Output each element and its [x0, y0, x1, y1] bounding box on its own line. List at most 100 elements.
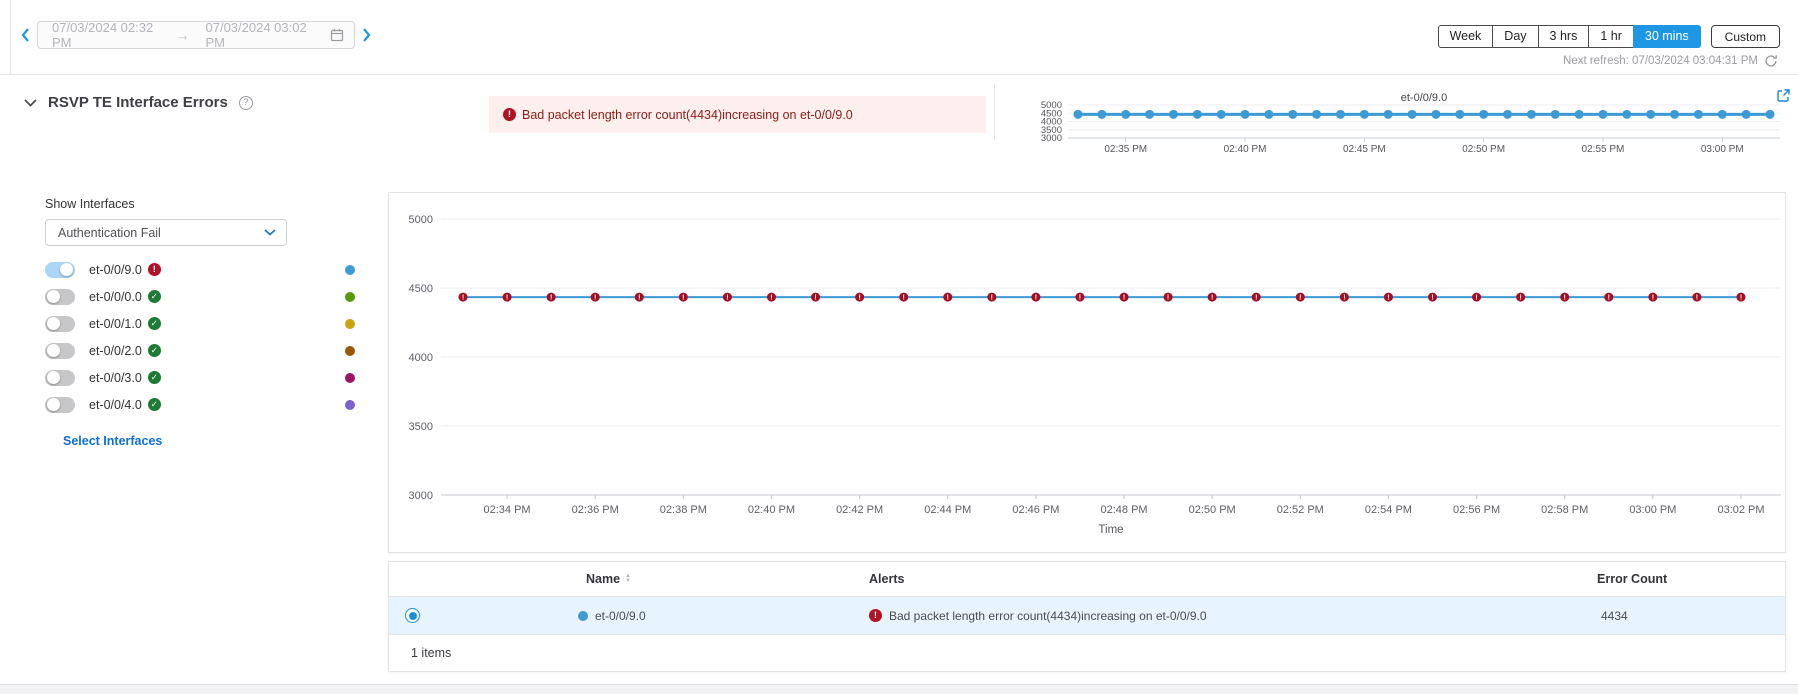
sparkline-chart: 5000450040003500300002:35 PM02:40 PM02:4…: [1028, 92, 1790, 164]
interface-row-et-0-0-9-0: et-0/0/9.0!: [45, 256, 375, 283]
svg-text:02:58 PM: 02:58 PM: [1541, 504, 1588, 516]
svg-text:!: !: [1167, 295, 1169, 302]
toggle-knob: [47, 398, 60, 411]
dashboard-screen: 07/03/2024 02:32 PM → 07/03/2024 03:02 P…: [0, 0, 1798, 694]
svg-text:!: !: [1564, 295, 1566, 302]
custom-range-button[interactable]: Custom: [1711, 25, 1780, 48]
sort-icon[interactable]: ▲▼: [625, 574, 631, 584]
interface-row-et-0-0-4-0: et-0/0/4.0✓: [45, 391, 375, 418]
range-button-group: WeekDay3 hrs1 hr30 mins: [1438, 25, 1701, 48]
svg-text:!: !: [1123, 295, 1125, 302]
expand-icon[interactable]: [1776, 88, 1791, 103]
interface-toggle[interactable]: [45, 370, 75, 386]
range-button-week[interactable]: Week: [1438, 25, 1494, 48]
date-range-input[interactable]: 07/03/2024 02:32 PM → 07/03/2024 03:02 P…: [37, 21, 355, 49]
error-trend-chart-card: 5000450040003500300002:34 PM02:36 PM02:3…: [388, 192, 1786, 553]
series-color-dot: [345, 373, 355, 383]
svg-text:!: !: [1343, 295, 1345, 302]
error-count-cell: 4434: [1601, 597, 1628, 634]
next-range-button[interactable]: [362, 27, 372, 43]
svg-text:3500: 3500: [409, 421, 433, 433]
svg-text:02:34 PM: 02:34 PM: [484, 504, 531, 516]
column-header-error-count: Error Count: [1597, 562, 1667, 596]
svg-text:!: !: [550, 295, 552, 302]
interface-row-et-0-0-2-0: et-0/0/2.0✓: [45, 337, 375, 364]
panel-header: RSVP TE Interface Errors ?: [24, 94, 253, 111]
toolbar-divider: [0, 74, 1798, 75]
prev-range-button[interactable]: [20, 27, 30, 43]
svg-text:3000: 3000: [409, 490, 433, 502]
svg-text:!: !: [594, 295, 596, 302]
column-label: Name: [586, 572, 620, 586]
svg-text:!: !: [462, 295, 464, 302]
svg-text:!: !: [1255, 295, 1257, 302]
alert-icon: !: [503, 108, 516, 121]
help-icon[interactable]: ?: [239, 96, 253, 110]
range-button-30-mins[interactable]: 30 mins: [1633, 25, 1701, 48]
svg-text:!: !: [903, 295, 905, 302]
ok-status-icon: ✓: [148, 371, 161, 384]
interface-toggle[interactable]: [45, 262, 75, 278]
interface-toggle[interactable]: [45, 289, 75, 305]
interface-toggle[interactable]: [45, 316, 75, 332]
date-range-end: 07/03/2024 03:02 PM: [206, 20, 315, 50]
svg-text:4500: 4500: [409, 283, 433, 295]
interface-row-et-0-0-0-0: et-0/0/0.0✓: [45, 283, 375, 310]
date-range-nav: 07/03/2024 02:32 PM → 07/03/2024 03:02 P…: [20, 21, 372, 49]
svg-text:02:42 PM: 02:42 PM: [836, 504, 883, 516]
interface-sidebar: Show Interfaces Authentication Fail et-0…: [45, 197, 375, 450]
interface-filter-select[interactable]: Authentication Fail: [45, 219, 287, 246]
bottom-strip: [0, 684, 1798, 694]
header-section-divider: [994, 84, 995, 140]
range-button-1-hr[interactable]: 1 hr: [1588, 25, 1634, 48]
collapse-chevron-icon[interactable]: [24, 99, 37, 107]
svg-text:02:50 PM: 02:50 PM: [1462, 144, 1505, 155]
row-radio-selected[interactable]: [405, 608, 420, 623]
date-range-arrow-icon: →: [177, 28, 190, 43]
interface-toggle[interactable]: [45, 343, 75, 359]
alert-banner-text: Bad packet length error count(4434)incre…: [522, 108, 853, 122]
show-interfaces-label: Show Interfaces: [45, 197, 375, 211]
column-header-alerts: Alerts: [869, 562, 904, 596]
range-button-day[interactable]: Day: [1492, 25, 1538, 48]
svg-text:02:46 PM: 02:46 PM: [1012, 504, 1059, 516]
interface-name: et-0/0/3.0: [89, 371, 142, 385]
column-header-name[interactable]: Name ▲▼: [586, 562, 631, 596]
interface-name: et-0/0/1.0: [89, 317, 142, 331]
interface-toggle[interactable]: [45, 397, 75, 413]
calendar-icon[interactable]: [330, 28, 344, 42]
svg-text:02:45 PM: 02:45 PM: [1343, 144, 1386, 155]
svg-text:02:52 PM: 02:52 PM: [1277, 504, 1324, 516]
toggle-knob: [47, 290, 60, 303]
svg-text:et-0/0/9.0: et-0/0/9.0: [1401, 92, 1447, 104]
alert-cell: !Bad packet length error count(4434)incr…: [869, 597, 1207, 634]
svg-text:02:54 PM: 02:54 PM: [1365, 504, 1412, 516]
select-interfaces-link[interactable]: Select Interfaces: [63, 434, 162, 448]
refresh-icon[interactable]: [1764, 54, 1778, 68]
table-row[interactable]: et-0/0/9.0!Bad packet length error count…: [389, 597, 1785, 635]
column-label: Alerts: [869, 572, 904, 586]
error-status-icon: !: [148, 263, 161, 276]
interface-name: et-0/0/9.0: [89, 263, 142, 277]
toggle-knob: [60, 263, 73, 276]
svg-text:02:56 PM: 02:56 PM: [1453, 504, 1500, 516]
next-refresh: Next refresh: 07/03/2024 03:04:31 PM: [1563, 54, 1778, 68]
alert-banner: ! Bad packet length error count(4434)inc…: [489, 96, 986, 133]
interface-table: Name ▲▼ Alerts Error Count et-0/0/9.0!Bad p…: [388, 561, 1786, 672]
range-button-3-hrs[interactable]: 3 hrs: [1538, 25, 1590, 48]
svg-text:02:50 PM: 02:50 PM: [1189, 504, 1236, 516]
alert-text: Bad packet length error count(4434)incre…: [889, 609, 1207, 623]
left-rail-divider: [10, 0, 11, 74]
table-header: Name ▲▼ Alerts Error Count: [389, 562, 1785, 597]
interface-name: et-0/0/0.0: [89, 290, 142, 304]
svg-text:!: !: [1519, 295, 1521, 302]
svg-text:!: !: [814, 295, 816, 302]
time-range-buttons: WeekDay3 hrs1 hr30 mins Custom: [1438, 25, 1780, 48]
svg-text:!: !: [1035, 295, 1037, 302]
svg-text:!: !: [638, 295, 640, 302]
interface-row-et-0-0-1-0: et-0/0/1.0✓: [45, 310, 375, 337]
svg-text:02:55 PM: 02:55 PM: [1582, 144, 1625, 155]
svg-text:!: !: [1475, 295, 1477, 302]
ok-status-icon: ✓: [148, 398, 161, 411]
items-count: 1 items: [411, 646, 451, 660]
